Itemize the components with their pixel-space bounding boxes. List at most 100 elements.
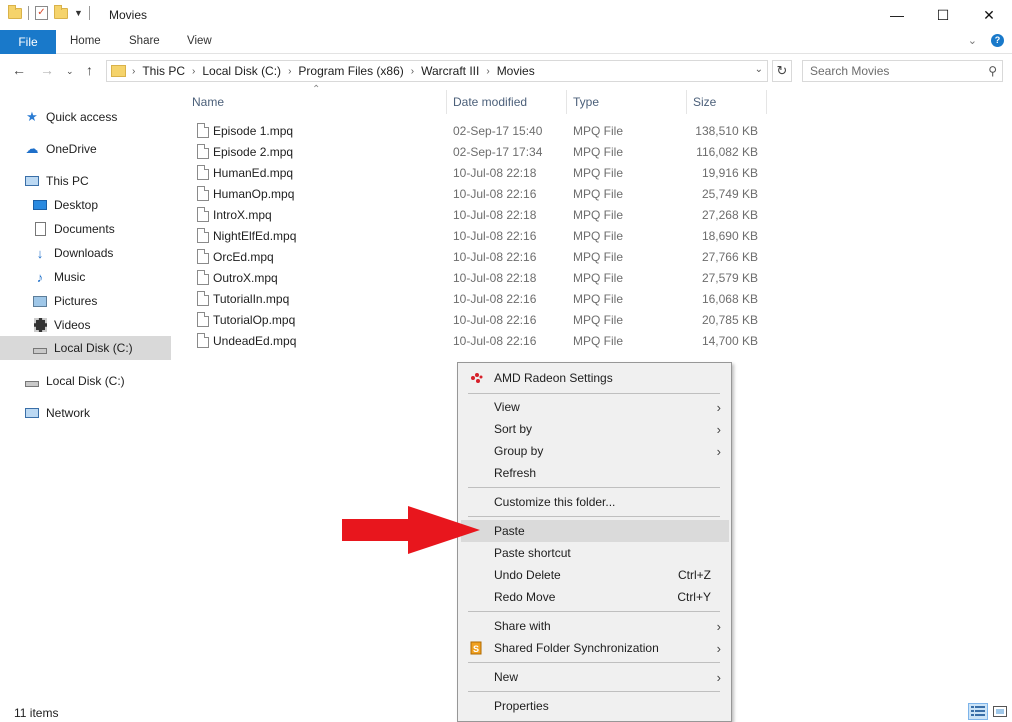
search-box[interactable]: ⚲ <box>802 60 1003 82</box>
search-icon[interactable]: ⚲ <box>988 64 997 78</box>
file-row[interactable]: NightElfEd.mpq 10-Jul-08 22:16 MPQ File … <box>190 225 770 246</box>
file-row[interactable]: TutorialOp.mpq 10-Jul-08 22:16 MPQ File … <box>190 309 770 330</box>
back-arrow-icon[interactable]: ← <box>12 62 26 78</box>
file-row[interactable]: UndeadEd.mpq 10-Jul-08 22:16 MPQ File 14… <box>190 330 770 351</box>
menu-item-view[interactable]: View › <box>461 396 729 418</box>
menu-item-undo-delete[interactable]: Undo Delete Ctrl+Z <box>461 564 729 586</box>
breadcrumb-movies[interactable]: Movies <box>497 64 535 78</box>
chevron-right-icon[interactable]: › <box>411 66 414 77</box>
sidebar-item-pictures[interactable]: Pictures <box>32 289 97 313</box>
file-type: MPQ File <box>573 165 624 180</box>
menu-item-new[interactable]: New › <box>461 666 729 688</box>
file-row[interactable]: Episode 1.mpq 02-Sep-17 15:40 MPQ File 1… <box>190 120 770 141</box>
sidebar-item-documents[interactable]: Documents <box>32 217 115 241</box>
sidebar-item-local-disk[interactable]: Local Disk (C:) <box>24 369 125 393</box>
details-view-button[interactable] <box>968 703 988 720</box>
menu-item-amd-radeon-settings[interactable]: AMD Radeon Settings <box>461 367 729 389</box>
chevron-right-icon[interactable]: › <box>288 66 291 77</box>
column-divider[interactable] <box>446 90 447 114</box>
sidebar-item-music[interactable]: ♪ Music <box>32 265 86 289</box>
column-header-type[interactable]: Type <box>573 90 599 114</box>
menu-item-group-by[interactable]: Group by › <box>461 440 729 462</box>
address-bar[interactable]: › This PC › Local Disk (C:) › Program Fi… <box>106 60 768 82</box>
chevron-down-icon[interactable]: ⌄ <box>755 64 763 75</box>
file-date: 10-Jul-08 22:16 <box>453 186 537 201</box>
folder-icon[interactable] <box>8 4 22 19</box>
file-row[interactable]: OutroX.mpq 10-Jul-08 22:18 MPQ File 27,5… <box>190 267 770 288</box>
file-row[interactable]: Episode 2.mpq 02-Sep-17 17:34 MPQ File 1… <box>190 141 770 162</box>
maximize-button[interactable]: ☐ <box>920 0 966 30</box>
sidebar-item-label: Pictures <box>54 294 98 308</box>
recent-locations-icon[interactable]: ⌄ <box>66 66 74 77</box>
chevron-right-icon[interactable]: › <box>132 66 135 77</box>
menu-item-shortcut: Ctrl+Y <box>677 590 711 604</box>
file-row[interactable]: HumanEd.mpq 10-Jul-08 22:18 MPQ File 19,… <box>190 162 770 183</box>
sidebar-item-this-pc[interactable]: This PC <box>24 169 89 193</box>
close-button[interactable]: ✕ <box>966 0 1012 30</box>
properties-icon[interactable]: ✓ <box>35 6 48 20</box>
file-size: 138,510 KB <box>695 123 758 138</box>
refresh-button[interactable]: ↻ <box>772 60 792 82</box>
search-input[interactable] <box>803 61 973 81</box>
column-divider[interactable] <box>686 90 687 114</box>
file-size: 18,690 KB <box>701 228 758 243</box>
menu-item-redo-move[interactable]: Redo Move Ctrl+Y <box>461 586 729 608</box>
up-arrow-icon[interactable]: ↑ <box>86 62 93 78</box>
file-icon <box>197 144 209 159</box>
chevron-right-icon[interactable]: › <box>486 66 489 77</box>
menu-separator <box>468 393 720 394</box>
breadcrumb-warcraft[interactable]: Warcraft III <box>421 64 479 78</box>
chevron-right-icon: › <box>716 618 721 634</box>
sidebar-item-downloads[interactable]: ↓ Downloads <box>32 241 114 265</box>
column-divider[interactable] <box>566 90 567 114</box>
column-header-name[interactable]: Name <box>192 90 224 114</box>
sidebar-item-local-disk-selected[interactable]: Local Disk (C:) <box>0 336 171 360</box>
file-name: IntroX.mpq <box>213 207 272 222</box>
sidebar-item-videos[interactable]: Videos <box>32 313 90 337</box>
column-header-date[interactable]: Date modified <box>453 90 527 114</box>
menu-item-customize-folder[interactable]: Customize this folder... <box>461 491 729 513</box>
menu-item-refresh[interactable]: Refresh <box>461 462 729 484</box>
file-row[interactable]: OrcEd.mpq 10-Jul-08 22:16 MPQ File 27,76… <box>190 246 770 267</box>
breadcrumb-local-disk[interactable]: Local Disk (C:) <box>202 64 281 78</box>
new-folder-icon[interactable] <box>54 4 68 19</box>
chevron-right-icon[interactable]: › <box>192 66 195 77</box>
file-date: 10-Jul-08 22:16 <box>453 312 537 327</box>
file-icon <box>197 291 209 306</box>
customize-toolbar-icon[interactable]: ▼ <box>74 8 83 18</box>
sidebar-item-quick-access[interactable]: ★ Quick access <box>24 105 117 129</box>
sidebar-item-onedrive[interactable]: ☁ OneDrive <box>24 137 97 161</box>
sidebar-item-desktop[interactable]: Desktop <box>32 193 98 217</box>
forward-arrow-icon[interactable]: → <box>40 62 54 78</box>
file-date: 10-Jul-08 22:18 <box>453 165 537 180</box>
file-date: 10-Jul-08 22:16 <box>453 333 537 348</box>
column-divider[interactable] <box>766 90 767 114</box>
tab-file[interactable]: File <box>0 30 56 54</box>
svg-text:S: S <box>473 644 479 654</box>
file-icon <box>197 249 209 264</box>
menu-item-paste[interactable]: Paste <box>461 520 729 542</box>
minimize-button[interactable]: — <box>874 0 920 30</box>
menu-item-sort-by[interactable]: Sort by › <box>461 418 729 440</box>
file-size: 19,916 KB <box>701 165 758 180</box>
expand-ribbon-icon[interactable]: ⌄ <box>968 34 977 47</box>
menu-item-share-with[interactable]: Share with › <box>461 615 729 637</box>
breadcrumb-program-files[interactable]: Program Files (x86) <box>298 64 403 78</box>
column-header-size[interactable]: Size <box>693 90 716 114</box>
help-icon[interactable]: ? <box>991 34 1004 47</box>
breadcrumb-this-pc[interactable]: This PC <box>142 64 185 78</box>
file-row[interactable]: HumanOp.mpq 10-Jul-08 22:16 MPQ File 25,… <box>190 183 770 204</box>
tab-home[interactable]: Home <box>70 35 101 47</box>
file-type: MPQ File <box>573 312 624 327</box>
menu-item-shared-folder-sync[interactable]: S Shared Folder Synchronization › <box>461 637 729 659</box>
file-name: HumanOp.mpq <box>213 186 295 201</box>
file-type: MPQ File <box>573 144 624 159</box>
file-row[interactable]: IntroX.mpq 10-Jul-08 22:18 MPQ File 27,2… <box>190 204 770 225</box>
tab-view[interactable]: View <box>187 35 212 47</box>
file-row[interactable]: TutorialIn.mpq 10-Jul-08 22:16 MPQ File … <box>190 288 770 309</box>
download-icon: ↓ <box>36 245 44 261</box>
menu-item-paste-shortcut[interactable]: Paste shortcut <box>461 542 729 564</box>
tab-share[interactable]: Share <box>129 35 160 47</box>
sidebar-item-network[interactable]: Network <box>24 401 90 425</box>
large-icons-view-button[interactable] <box>990 703 1010 720</box>
